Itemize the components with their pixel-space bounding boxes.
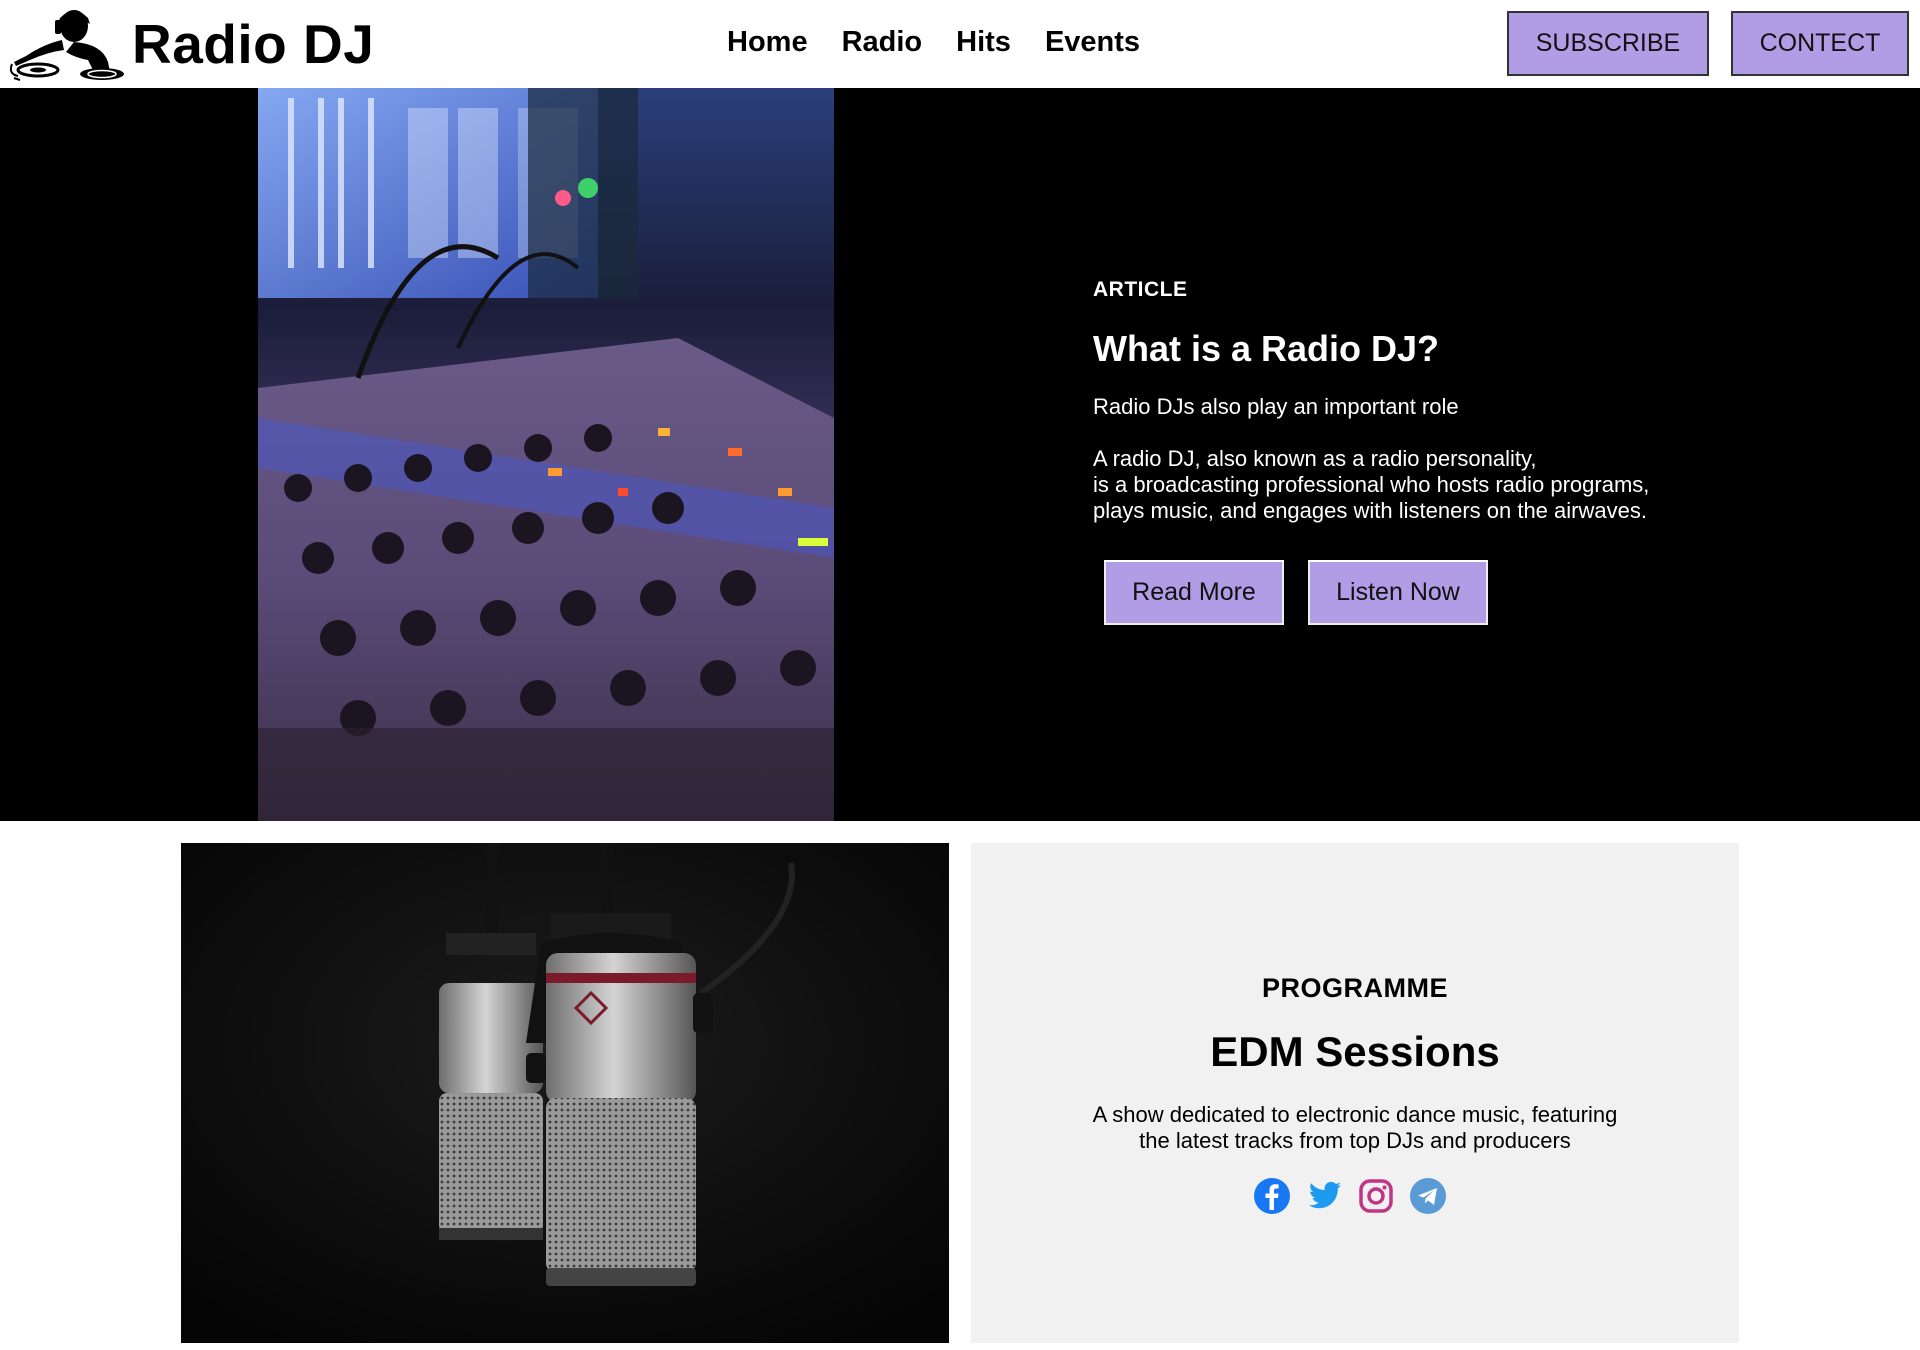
brand-name: Radio DJ — [132, 13, 375, 75]
microphones-image — [181, 843, 949, 1343]
hero-actions: Read More Listen Now — [1104, 560, 1649, 625]
read-more-button[interactable]: Read More — [1104, 560, 1284, 625]
programme-kicker: PROGRAMME — [1262, 973, 1448, 1003]
site-header: Radio DJ Home Radio Hits Events SUBSCRIB… — [0, 0, 1920, 88]
logo[interactable]: Radio DJ — [4, 4, 374, 84]
dj-logo-icon — [9, 10, 124, 81]
social-links — [961, 1176, 1739, 1216]
nav-hits[interactable]: Hits — [956, 26, 1011, 59]
contact-button[interactable]: CONTECT — [1731, 11, 1909, 76]
programme-description: A show dedicated to electronic dance mus… — [1092, 1102, 1618, 1153]
hero-title: What is a Radio DJ? — [1093, 328, 1440, 369]
nav-events[interactable]: Events — [1045, 26, 1140, 59]
telegram-icon[interactable] — [1408, 1176, 1448, 1216]
facebook-icon[interactable] — [1252, 1176, 1292, 1216]
nav-radio[interactable]: Radio — [842, 26, 923, 59]
hero-subtitle: Radio DJs also play an important role — [1093, 394, 1459, 419]
hero-content: ARTICLE What is a Radio DJ? Radio DJs al… — [1093, 278, 1649, 625]
listen-now-button[interactable]: Listen Now — [1308, 560, 1488, 625]
hero-section: ARTICLE What is a Radio DJ? Radio DJs al… — [0, 88, 1920, 821]
nav-home[interactable]: Home — [727, 26, 808, 59]
subscribe-button[interactable]: SUBSCRIBE — [1507, 11, 1709, 76]
hero-kicker: ARTICLE — [1093, 278, 1188, 301]
programme-title: EDM Sessions — [1210, 1028, 1500, 1075]
mixing-console-image — [258, 88, 834, 821]
instagram-icon[interactable] — [1356, 1176, 1396, 1216]
main-nav: Home Radio Hits Events — [727, 26, 1174, 59]
hero-body: A radio DJ, also known as a radio person… — [1093, 446, 1650, 523]
twitter-icon[interactable] — [1304, 1176, 1344, 1216]
programme-card: PROGRAMME EDM Sessions A show dedicated … — [971, 843, 1739, 1343]
